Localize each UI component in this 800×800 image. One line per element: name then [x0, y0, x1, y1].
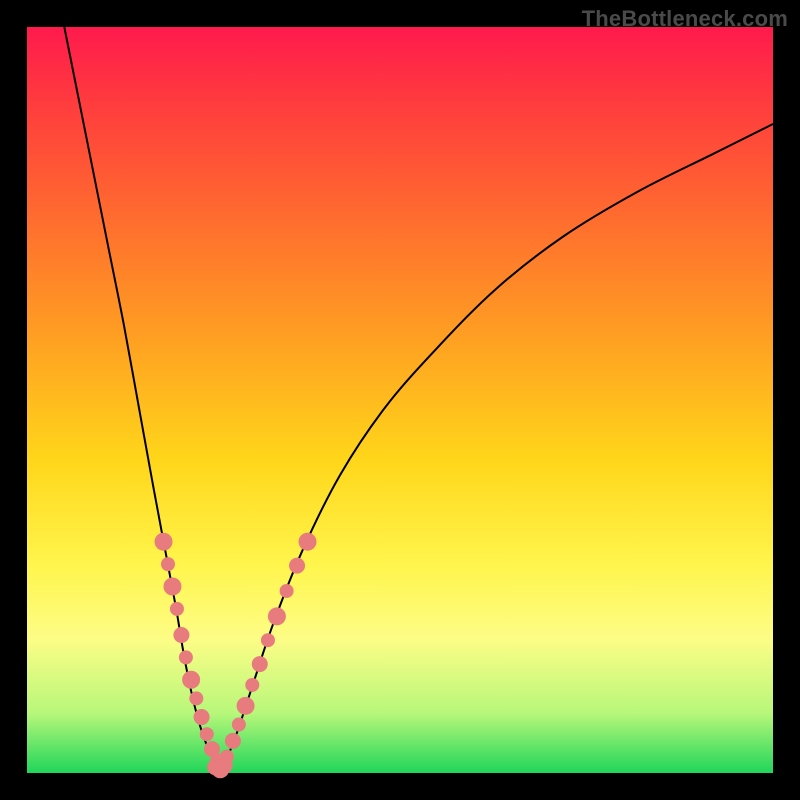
left-beads [182, 671, 200, 689]
left-beads [173, 627, 189, 643]
curve-layer [64, 27, 773, 773]
left-curve [64, 27, 221, 773]
chart-svg [27, 27, 773, 773]
right-beads [252, 656, 268, 672]
chart-frame: TheBottleneck.com [0, 0, 800, 800]
right-beads [298, 533, 316, 551]
left-beads [200, 727, 214, 741]
right-beads [232, 718, 246, 732]
right-beads [261, 633, 275, 647]
right-beads [280, 584, 294, 598]
bead-layer [155, 533, 317, 779]
right-beads [289, 558, 305, 574]
left-beads [161, 557, 175, 571]
right-beads [268, 607, 286, 625]
right-beads [237, 697, 255, 715]
left-beads [155, 533, 173, 551]
left-beads [163, 578, 181, 596]
left-beads [189, 691, 203, 705]
left-beads [170, 602, 184, 616]
left-beads [194, 709, 210, 725]
right-beads [245, 678, 259, 692]
right-curve [221, 124, 773, 773]
right-beads [220, 750, 234, 764]
right-beads [225, 733, 241, 749]
left-beads [179, 650, 193, 664]
